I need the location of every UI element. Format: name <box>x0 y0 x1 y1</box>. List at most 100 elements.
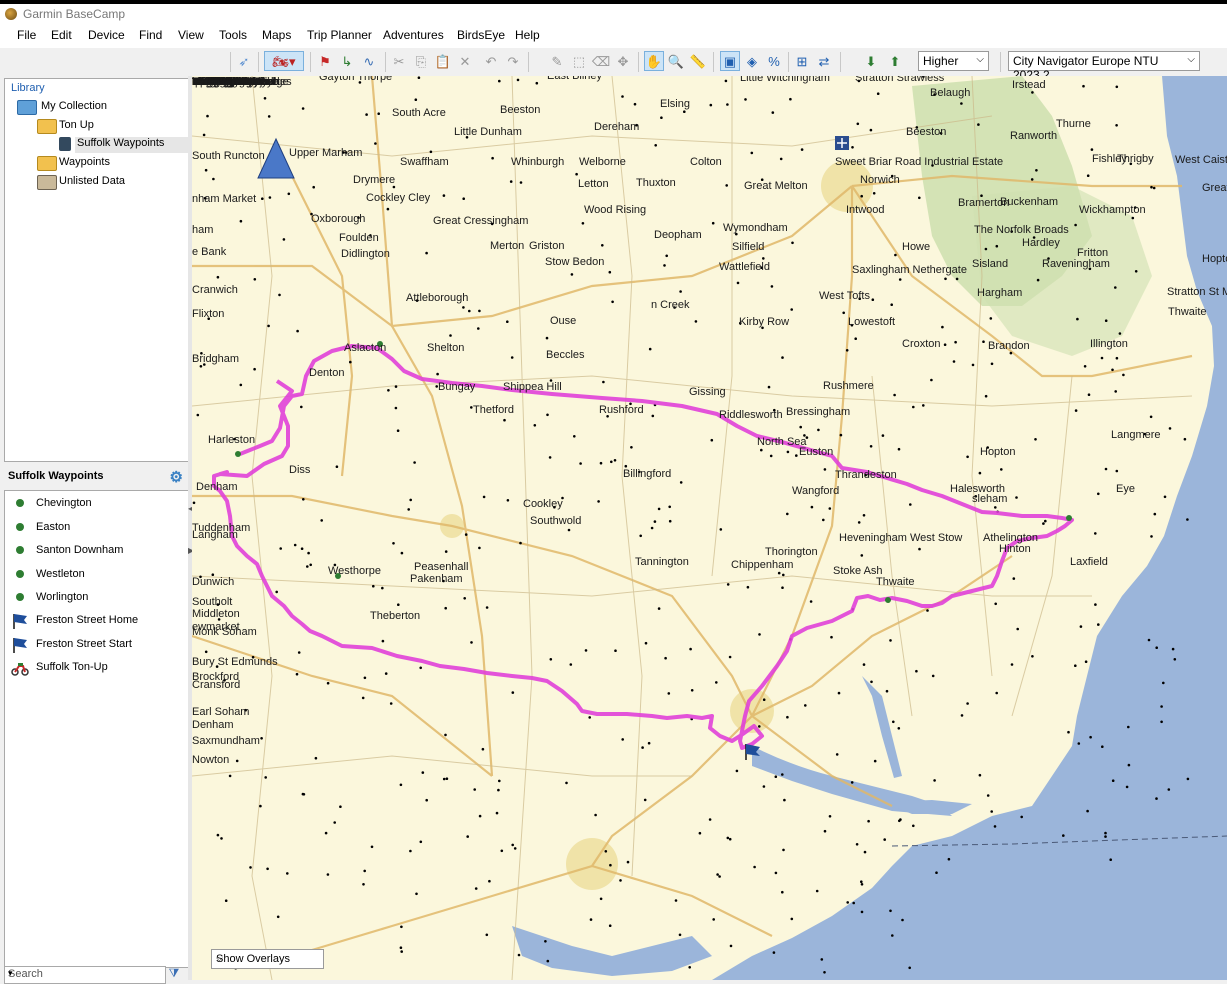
basecamp-app-icon <box>5 8 17 20</box>
chevron-down-icon[interactable]: ▾ <box>8 968 162 979</box>
settlement-dot <box>1086 809 1089 813</box>
motorcycle-profile-icon[interactable]: 🏍▾ <box>264 51 304 71</box>
new-waypoint-icon[interactable]: ⚑ <box>316 52 334 70</box>
menu-edit[interactable]: Edit <box>51 28 72 42</box>
library-header[interactable]: Library <box>11 82 45 94</box>
settlement-dot <box>394 406 398 410</box>
place-label: Southwold <box>530 515 582 527</box>
measure-icon[interactable]: ✥ <box>614 52 632 70</box>
pan-hand-icon[interactable]: ✋ <box>644 51 664 71</box>
place-label: Attleborough <box>406 292 469 304</box>
tree-item-my-collection[interactable]: My Collection <box>41 100 107 112</box>
search-input[interactable]: Search ▾ <box>4 966 166 984</box>
toolbar-separator <box>788 52 789 72</box>
3d-view-icon[interactable]: ◈ <box>743 52 761 70</box>
gear-icon[interactable]: ⚙ <box>170 468 183 486</box>
settlement-dot <box>729 944 733 948</box>
settlement-dot <box>519 181 523 184</box>
settlement-dot <box>1115 124 1118 127</box>
select-icon[interactable]: ⬚ <box>570 52 588 70</box>
show-overlays-select[interactable]: Show Overlays ⌵ <box>211 949 324 969</box>
toolbar-separator <box>1000 52 1001 72</box>
menu-birdseye[interactable]: BirdsEye <box>457 28 505 42</box>
pencil-icon[interactable]: ✎ <box>548 52 566 70</box>
menu-device[interactable]: Device <box>88 28 125 42</box>
delete-icon[interactable]: ✕ <box>456 52 474 70</box>
map-canvas[interactable] <box>192 76 1227 980</box>
settlement-dot <box>604 850 608 853</box>
map-detail-select[interactable]: Higher ⌵ <box>918 51 989 71</box>
menu-view[interactable]: View <box>178 28 204 42</box>
settlement-dot <box>762 257 765 260</box>
settlement-dot <box>1089 735 1092 739</box>
undo-icon[interactable]: ↶ <box>482 52 500 70</box>
send-icon[interactable]: ⬆ <box>886 52 904 70</box>
waypoint-worlington[interactable] <box>235 451 241 457</box>
tree-item-waypoints[interactable]: Waypoints <box>59 156 110 168</box>
settlement-dot <box>1042 522 1045 525</box>
settlement-dot <box>473 788 477 791</box>
cut-icon[interactable]: ✂ <box>390 52 408 70</box>
settlement-dot <box>726 583 730 586</box>
zoom-icon[interactable]: 🔍 <box>667 52 685 70</box>
receive-icon[interactable]: ⬇ <box>862 52 880 70</box>
tree-item-unlisted-data[interactable]: Unlisted Data <box>59 175 125 187</box>
copy-icon[interactable]: ⎘ <box>412 52 430 70</box>
menu-file[interactable]: File <box>17 28 36 42</box>
redo-icon[interactable]: ↷ <box>504 52 522 70</box>
settlement-dot <box>296 329 299 333</box>
settlement-dot <box>481 747 485 751</box>
settlement-dot <box>842 311 845 315</box>
settlement-dot <box>264 776 267 779</box>
map-view-icon[interactable]: ▣ <box>720 51 740 71</box>
settlement-dot <box>1097 492 1100 496</box>
waypoint-westleton[interactable] <box>1066 515 1072 521</box>
map-product-select[interactable]: City Navigator Europe NTU 2023.2 ⌵ <box>1008 51 1200 82</box>
menu-trip-planner[interactable]: Trip Planner <box>307 28 372 42</box>
settlement-dot <box>960 102 963 105</box>
settlement-dot <box>823 971 826 974</box>
tree-item-ton-up[interactable]: Ton Up <box>59 119 94 131</box>
menu-maps[interactable]: Maps <box>262 28 291 42</box>
settlement-dot <box>267 115 271 118</box>
menu-adventures[interactable]: Adventures <box>383 28 444 42</box>
settlement-dot <box>786 450 790 454</box>
settlement-dot <box>599 461 603 465</box>
fit-icon[interactable]: ⊞ <box>793 52 811 70</box>
new-route-icon[interactable]: ↳ <box>338 52 356 70</box>
waypoint-dot-icon <box>16 546 24 554</box>
settlement-dot <box>409 849 412 853</box>
profile-view-icon[interactable]: % <box>765 52 783 70</box>
waypoint-easton[interactable] <box>885 597 891 603</box>
ruler-icon[interactable]: 📏 <box>689 52 707 70</box>
deben-estuary <box>862 676 902 778</box>
settlement-dot <box>651 414 655 418</box>
menu-tools[interactable]: Tools <box>219 28 247 42</box>
settlement-dot <box>1163 495 1167 499</box>
settlement-dot <box>1147 638 1151 642</box>
settlement-dot <box>977 123 980 126</box>
eraser-icon[interactable]: ⌫ <box>592 52 610 70</box>
menu-help[interactable]: Help <box>515 28 540 42</box>
settlement-dot <box>744 98 747 101</box>
settlement-dot <box>867 819 870 823</box>
window-title: Garmin BaseCamp <box>23 7 126 21</box>
settlement-dot <box>429 150 433 154</box>
settlement-dot <box>609 863 612 867</box>
map-view[interactable]: Gayton Thorpe East Bilney Little Witchingh… <box>192 76 1227 980</box>
waypoint-dot-icon <box>16 523 24 531</box>
sync-icon[interactable]: ⇄ <box>815 52 833 70</box>
tree-item-suffolk-waypoints[interactable]: Suffolk Waypoints <box>75 137 189 153</box>
settlement-dot <box>297 651 301 654</box>
settlement-dot <box>392 185 396 189</box>
menu-find[interactable]: Find <box>139 28 162 42</box>
place-label: Aslacton <box>344 342 387 354</box>
send-to-device-icon[interactable]: ➶ <box>235 52 253 70</box>
settlement-dot <box>413 461 416 464</box>
settlement-dot <box>1067 730 1070 734</box>
new-track-icon[interactable]: ∿ <box>360 52 378 70</box>
settlement-dot <box>409 498 412 502</box>
paste-icon[interactable]: 📋 <box>434 52 452 70</box>
blue-flag-icon <box>13 638 27 653</box>
settlement-dot <box>546 413 549 417</box>
